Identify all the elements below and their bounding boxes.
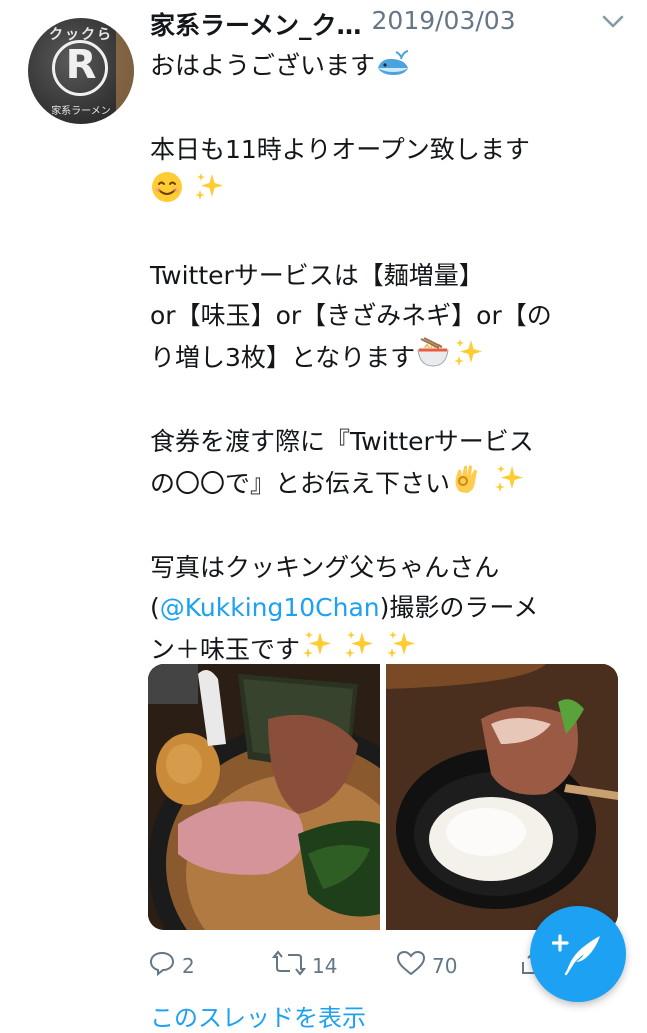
- tweet-line: or【味玉】or【きざみネギ】or【の: [150, 296, 620, 336]
- reply-icon: [148, 950, 176, 981]
- tweet-line-text: or【味玉】or【きざみネギ】or【の: [150, 301, 552, 330]
- like-button[interactable]: 70: [396, 950, 457, 981]
- tweet-line: [150, 170, 620, 216]
- reply-button[interactable]: 2: [148, 950, 195, 981]
- tweet-line: 写真はクッキング父ちゃんさん: [150, 548, 620, 588]
- tweet-line-text: Twitterサービスは【麺増量】: [150, 261, 484, 290]
- tweet-line: (@Kukking10Chan)撮影のラーメ: [150, 588, 620, 628]
- tweet-line: おはようございます: [150, 46, 620, 90]
- tweet-text: おはようございます 本日も11時よりオープン致します Twitterサービスは【…: [150, 46, 620, 674]
- ramen-photo[interactable]: [148, 664, 380, 930]
- tweet-line-text: 本日も11時よりオープン致します: [150, 135, 530, 164]
- ramen-emoji: [415, 336, 451, 382]
- media-grid: [148, 664, 618, 930]
- tweet-line-text: 食券を渡す際に『Twitterサービス: [150, 427, 534, 456]
- tweet-line: Twitterサービスは【麺増量】: [150, 256, 620, 296]
- mention-link[interactable]: @Kukking10Chan: [160, 593, 380, 622]
- retweet-icon: [271, 950, 307, 981]
- avatar[interactable]: クックら R 家系ラーメン: [28, 18, 134, 124]
- compose-tweet-button[interactable]: [530, 906, 626, 1002]
- sparkles-emoji: [451, 336, 485, 382]
- sparkles-emoji: [192, 170, 226, 216]
- tweet-line-text: り増し3枚】となります: [150, 343, 416, 372]
- show-thread-link[interactable]: このスレッドを表示: [150, 998, 366, 1033]
- tweet-header: 家系ラーメン_ク… 2019/03/03: [150, 6, 630, 42]
- tweet-line: 本日も11時よりオープン致します: [150, 130, 620, 170]
- tweet-line: り増し3枚】となります: [150, 336, 620, 382]
- avatar-bottom-text: 家系ラーメン: [51, 106, 111, 117]
- tweet-line-text: 写真はクッキング父ちゃんさん: [150, 553, 500, 582]
- avatar-logo-letter: R: [65, 42, 97, 88]
- tweet-line-text: (: [150, 593, 160, 622]
- tweet-line-text: おはようございます: [150, 51, 376, 80]
- tweet-line: 食券を渡す際に『Twitterサービス: [150, 422, 620, 462]
- like-count: 70: [432, 953, 458, 978]
- tweet-line-text: ン＋味玉です: [150, 635, 301, 664]
- tweet-line: の〇〇で』とお伝え下さい: [150, 462, 620, 508]
- retweet-count: 14: [312, 953, 338, 978]
- chevron-down-icon[interactable]: [602, 14, 624, 33]
- smile-emoji: [150, 170, 184, 216]
- ok-hand-emoji: [450, 462, 484, 508]
- author-name[interactable]: 家系ラーメン_ク…: [150, 6, 362, 42]
- compose-feather-icon: [551, 928, 604, 984]
- rice-bowl-photo[interactable]: [386, 664, 618, 930]
- retweet-button[interactable]: 14: [271, 950, 338, 981]
- tweet-line-text: )撮影のラーメ: [379, 593, 539, 622]
- heart-icon: [396, 950, 426, 981]
- sparkles-emoji: [492, 462, 526, 508]
- reply-count: 2: [182, 953, 195, 978]
- whale-emoji: [375, 48, 411, 90]
- tweet-date[interactable]: 2019/03/03: [372, 6, 516, 35]
- tweet-line-text: の〇〇で』とお伝え下さい: [150, 469, 451, 498]
